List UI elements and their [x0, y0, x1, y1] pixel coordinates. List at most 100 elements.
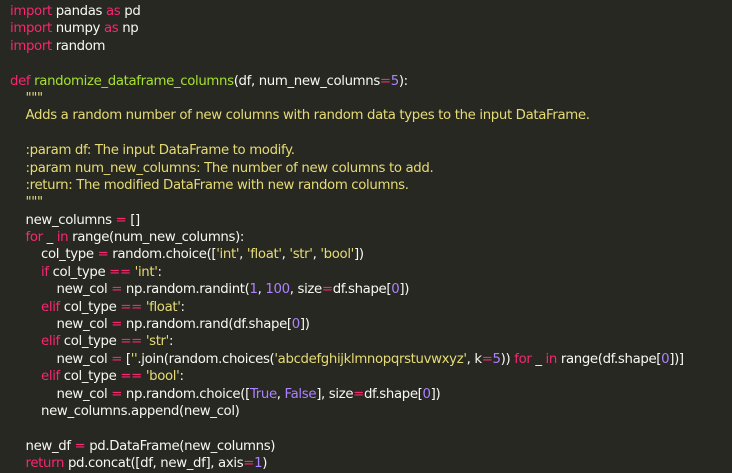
code-line: elif col_type == 'str':	[10, 333, 732, 350]
code-token: numpy	[51, 21, 104, 37]
code-token: for	[514, 351, 532, 367]
code-token: =	[97, 247, 109, 263]
code-token: ==	[120, 299, 142, 315]
code-line: elif col_type == 'float':	[10, 299, 732, 316]
code-token: 'bool'	[320, 247, 354, 263]
code-token: col_type	[59, 299, 121, 315]
code-token: ], size	[316, 386, 354, 402]
code-token: 'int'	[134, 264, 158, 280]
code-token: Adds a random number of new columns with…	[10, 108, 590, 124]
code-token: True	[249, 386, 277, 402]
code-token: if	[41, 264, 49, 280]
code-token: :	[179, 369, 184, 385]
code-token: 'float'	[145, 299, 181, 315]
code-token: new_col	[10, 282, 112, 298]
code-line: new_columns.append(new_col)	[10, 403, 732, 420]
code-token: [	[122, 351, 131, 367]
code-token: ))	[500, 351, 515, 367]
code-token: import	[10, 38, 52, 54]
code-token: =	[379, 73, 391, 89]
code-token: np.random.rand(df.shape[	[122, 317, 292, 333]
code-token: .join(random.choices(	[137, 351, 275, 367]
code-token: =	[115, 212, 127, 228]
code-token: []	[126, 212, 140, 228]
code-token: np	[118, 21, 139, 37]
code-token: 'abcdefghijklmnopqrstuvwxyz'	[274, 351, 467, 367]
code-token: 'float'	[246, 247, 282, 263]
code-token: :return: The modified DataFrame with new…	[10, 177, 409, 193]
code-token: ])	[299, 317, 310, 333]
code-line: :param df: The input DataFrame to modify…	[10, 142, 732, 159]
code-token: col_type	[59, 369, 121, 385]
code-token: as	[106, 4, 121, 19]
code-token: """	[10, 90, 44, 106]
code-line: import pandas as pd	[10, 3, 732, 20]
code-line: new_col = [''.join(random.choices('abcde…	[10, 351, 732, 368]
code-token: , size	[289, 282, 322, 298]
code-line: elif col_type == 'bool':	[10, 368, 732, 385]
code-token: ])	[430, 386, 441, 402]
code-token: pandas	[51, 4, 106, 19]
code-token: range(num_new_columns):	[68, 230, 245, 246]
code-line: new_col = np.random.rand(df.shape[0])	[10, 316, 732, 333]
code-token: ==	[109, 264, 131, 280]
code-line: new_df = pd.DataFrame(new_columns)	[10, 438, 732, 455]
code-token: ])	[353, 247, 364, 263]
code-line: :param num_new_columns: The number of ne…	[10, 160, 732, 177]
code-line: """	[10, 90, 732, 107]
code-token: elif	[41, 299, 60, 315]
code-token: 5	[390, 73, 399, 89]
code-line: Adds a random number of new columns with…	[10, 107, 732, 124]
code-line: col_type = random.choice(['int', 'float'…	[10, 246, 732, 263]
code-token: 1	[249, 282, 258, 298]
code-token: ,	[239, 247, 247, 263]
code-token: (df, num_new_columns	[233, 73, 381, 89]
code-token: pd	[120, 4, 141, 19]
code-token: 5	[492, 351, 501, 367]
code-token: for	[25, 230, 44, 246]
code-token: as	[103, 21, 119, 37]
code-line: import numpy as np	[10, 20, 732, 37]
code-token: =	[111, 317, 123, 333]
code-token: ==	[120, 369, 142, 385]
code-token: =	[243, 456, 255, 472]
code-line: :return: The modified DataFrame with new…	[10, 177, 732, 194]
code-line: new_col = np.random.choice([True, False]…	[10, 386, 732, 403]
code-token: =	[321, 282, 333, 298]
code-token: ):	[398, 73, 408, 89]
code-token: :	[180, 299, 186, 315]
code-line: import random	[10, 38, 732, 55]
code-token: new_col	[10, 317, 112, 333]
code-token: df.shape[	[363, 386, 423, 402]
code-token: 1	[254, 456, 263, 472]
code-token: random.choice([	[108, 247, 217, 263]
code-token: new_columns	[10, 212, 116, 228]
code-line: new_col = np.random.randint(1, 100, size…	[10, 281, 732, 298]
code-token: 'str'	[289, 247, 313, 263]
code-token: :	[168, 334, 174, 350]
code-token: :	[157, 264, 163, 280]
code-line: new_columns = []	[10, 212, 732, 229]
code-token: :param df: The input DataFrame to modify…	[10, 143, 295, 159]
code-token: 'str'	[145, 334, 170, 350]
code-line: def randomize_dataframe_columns(df, num_…	[10, 73, 732, 90]
code-token: False	[284, 386, 317, 402]
code-token: =	[353, 386, 364, 402]
code-editor[interactable]: import pandas as pd import numpy as np imp…	[0, 0, 732, 471]
code-token: =	[111, 351, 123, 367]
code-token: ])]	[669, 351, 684, 367]
code-token: np.random.choice([	[122, 386, 250, 402]
code-token: =	[111, 386, 123, 402]
code-token: =	[111, 282, 123, 298]
code-token: ])	[399, 282, 410, 298]
code-line: return pd.concat([df, new_df], axis=1)	[10, 455, 732, 472]
code-token: import	[10, 4, 52, 19]
code-line: for _ in range(num_new_columns):	[10, 229, 732, 246]
code-token: elif	[41, 334, 60, 350]
